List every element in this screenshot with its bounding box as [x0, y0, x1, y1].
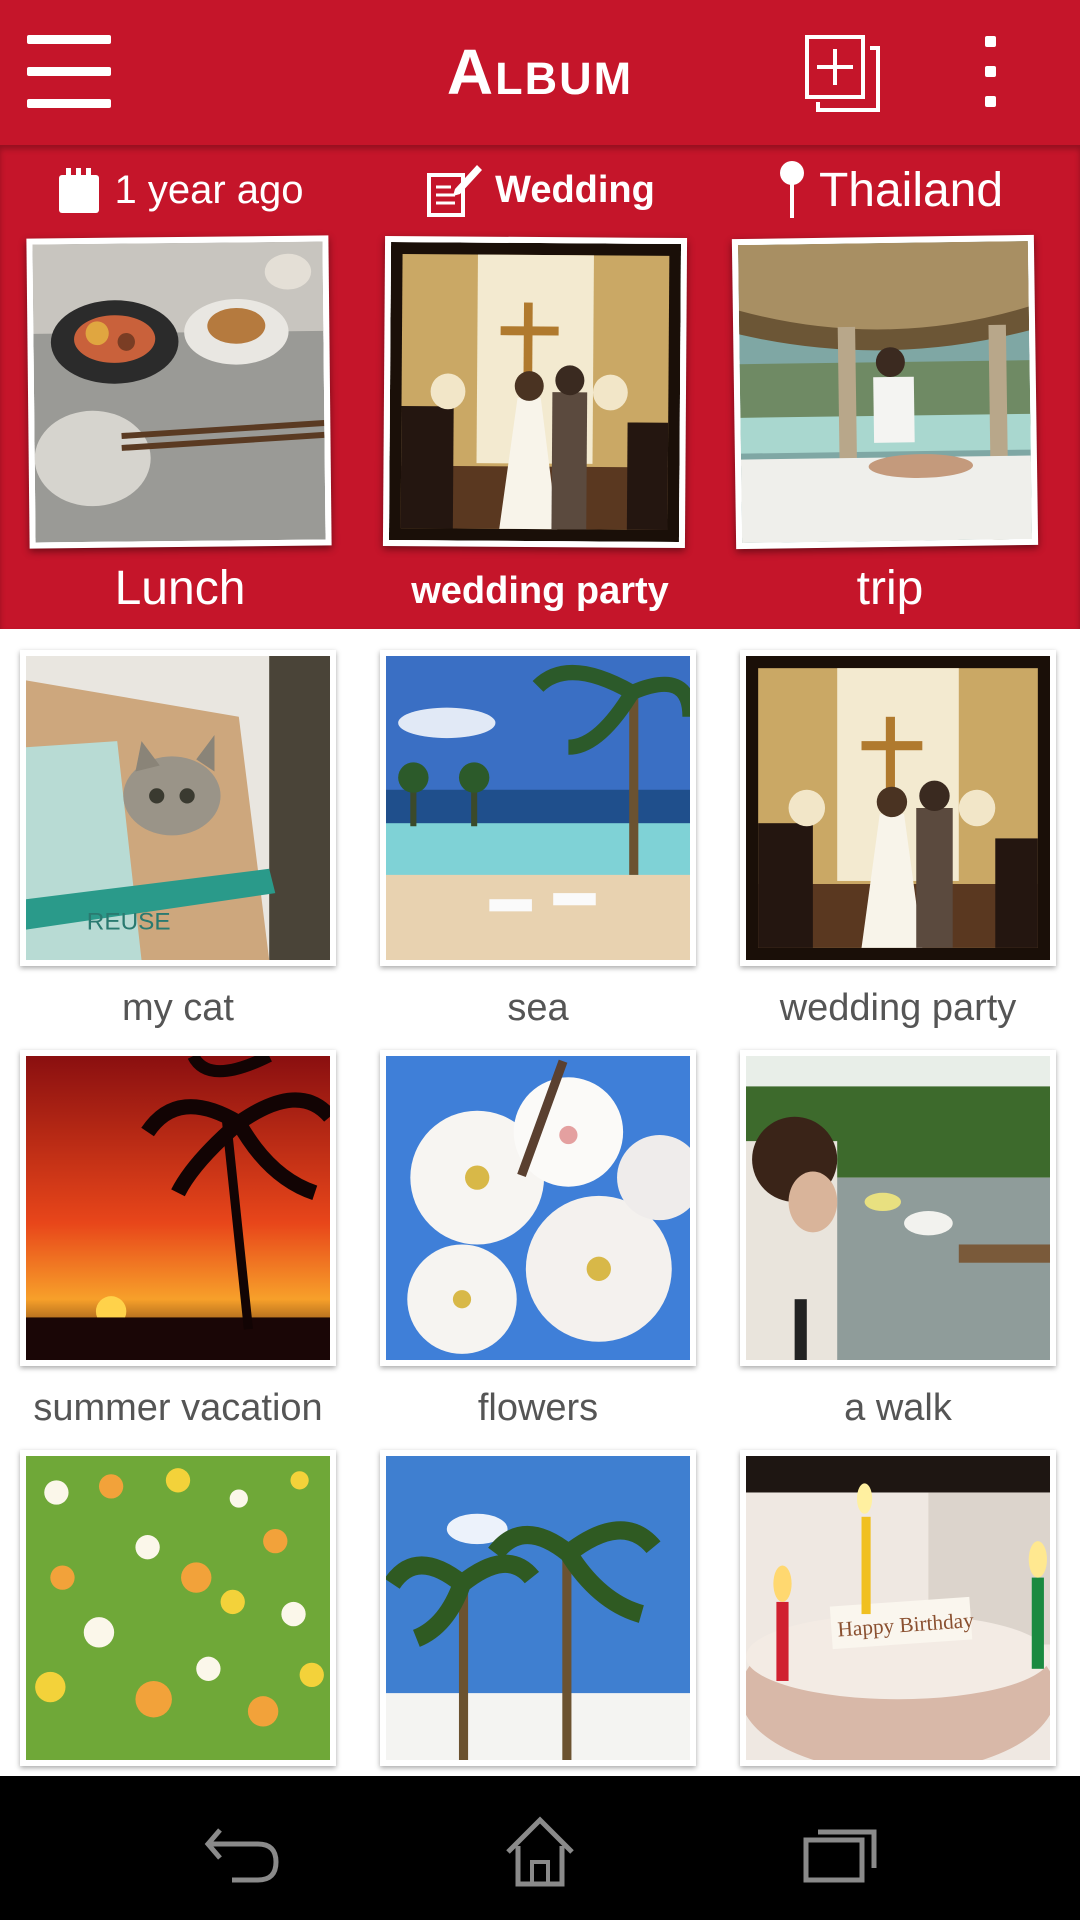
album-thumbnail: [20, 1450, 336, 1766]
album-tile[interactable]: Happy Birthday: [740, 1450, 1060, 1776]
featured-photo: [382, 235, 688, 549]
album-tile-my-cat[interactable]: REUSE my cat: [20, 650, 340, 1040]
featured-caption: Lunch: [114, 562, 246, 615]
featured-caption: trip: [856, 562, 924, 615]
featured-album-event[interactable]: Wedding wedding party: [370, 145, 710, 629]
featured-album-place[interactable]: Thailand trip: [720, 145, 1060, 629]
home-icon: [506, 1816, 574, 1887]
home-button[interactable]: [480, 1806, 600, 1896]
featured-album-date[interactable]: 1 year ago Lunch: [10, 145, 350, 629]
featured-tag: Thailand: [720, 155, 1060, 225]
album-thumbnail: REUSE: [20, 650, 336, 966]
album-label: flowers: [477, 1387, 599, 1429]
featured-caption: wedding party: [411, 570, 669, 612]
recent-apps-button[interactable]: [780, 1806, 900, 1896]
album-thumbnail: [740, 650, 1056, 966]
album-thumbnail: Happy Birthday: [740, 1450, 1056, 1766]
app-title: Album: [446, 36, 634, 108]
album-thumbnail: [20, 1050, 336, 1366]
album-tile[interactable]: [380, 1450, 700, 1776]
add-album-button[interactable]: [802, 34, 882, 114]
note-edit-icon: [427, 165, 483, 217]
album-tile-sea[interactable]: sea: [380, 650, 700, 1040]
featured-tag-label: 1 year ago: [114, 167, 304, 212]
back-icon: [204, 1828, 279, 1883]
featured-tag-label: Wedding: [495, 168, 655, 211]
svg-text:REUSE: REUSE: [87, 909, 171, 936]
album-tile[interactable]: [20, 1450, 340, 1776]
featured-photo: [731, 234, 1039, 550]
album-thumbnail: [380, 650, 696, 966]
album-tile-a-walk[interactable]: a walk: [740, 1050, 1060, 1440]
featured-tag: 1 year ago: [10, 155, 350, 225]
featured-tag-label: Thailand: [818, 163, 1004, 217]
pin-icon: [779, 161, 804, 218]
back-button[interactable]: [180, 1806, 300, 1896]
album-thumbnail: [740, 1050, 1056, 1366]
album-label: a walk: [844, 1387, 952, 1429]
featured-albums: 1 year ago Lunch Wedding wedding party T…: [0, 145, 1080, 629]
album-label: summer vacation: [33, 1387, 323, 1429]
add-album-icon: [805, 35, 880, 112]
album-tile-wedding-party[interactable]: wedding party: [740, 650, 1060, 1040]
more-options-button[interactable]: [970, 34, 1010, 114]
album-thumbnail: [380, 1450, 696, 1766]
featured-photo: [26, 235, 332, 549]
calendar-icon: [59, 168, 100, 213]
recent-apps-icon: [803, 1829, 877, 1883]
album-tile-flowers[interactable]: flowers: [380, 1050, 700, 1440]
app-bar: Album: [0, 0, 1080, 145]
album-label: wedding party: [779, 987, 1017, 1029]
album-label: sea: [507, 987, 569, 1029]
menu-button[interactable]: [27, 35, 111, 109]
featured-tag: Wedding: [370, 155, 710, 225]
system-nav-bar: [0, 1776, 1080, 1920]
album-tile-summer-vacation[interactable]: summer vacation: [20, 1050, 340, 1440]
album-label: my cat: [122, 987, 234, 1029]
album-thumbnail: [380, 1050, 696, 1366]
